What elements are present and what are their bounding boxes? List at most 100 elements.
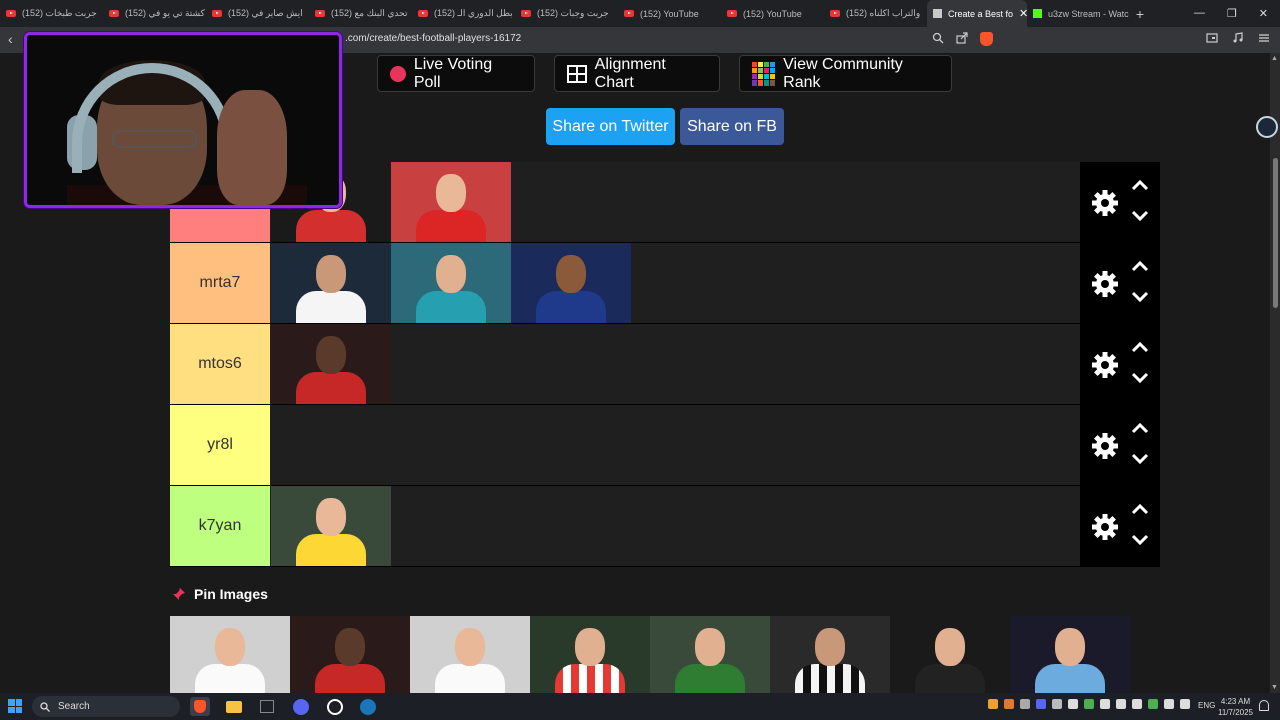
taskbar-search[interactable]: Search xyxy=(32,696,180,717)
alignment-chart-button[interactable]: Alignment Chart xyxy=(554,55,720,92)
player-image[interactable] xyxy=(290,616,410,693)
steam-sidebar-icon[interactable] xyxy=(1256,116,1278,138)
move-down-chevron-icon[interactable] xyxy=(1130,209,1150,223)
tab-youtube[interactable]: (152) كشتة تي يو في xyxy=(103,0,206,27)
player-image[interactable] xyxy=(271,243,391,323)
tray-icon[interactable] xyxy=(1020,699,1030,709)
player-image[interactable] xyxy=(391,162,511,242)
tier-items[interactable] xyxy=(271,324,391,404)
wallet-icon[interactable] xyxy=(1206,32,1218,44)
close-window-button[interactable]: ✕ xyxy=(1259,7,1268,20)
maximize-button[interactable]: ❐ xyxy=(1227,7,1237,20)
new-tab-button[interactable]: + xyxy=(1130,6,1150,22)
tab-strip: (152) جربت طبخات (152) كشتة تي يو في (152)… xyxy=(0,0,927,27)
tab-youtube[interactable]: (152) جربت طبخات xyxy=(0,0,103,27)
page-scrollbar[interactable]: ▲ ▼ xyxy=(1270,53,1280,693)
tab-youtube[interactable]: (152) بطل الدوري الـ xyxy=(412,0,515,27)
live-voting-poll-button[interactable]: Live Voting Poll xyxy=(377,55,535,92)
player-image[interactable] xyxy=(530,616,650,693)
clock[interactable]: 4:23 AM 11/7/2025 xyxy=(1218,696,1253,718)
tier-label[interactable]: mrta7 xyxy=(170,243,270,323)
zoom-icon[interactable] xyxy=(932,32,944,44)
discord-icon[interactable] xyxy=(291,697,311,716)
tab-youtube[interactable]: (152) ايش صاير في xyxy=(206,0,309,27)
player-image[interactable] xyxy=(511,243,631,323)
player-image[interactable] xyxy=(391,243,511,323)
player-image[interactable] xyxy=(890,616,1010,693)
move-down-chevron-icon[interactable] xyxy=(1130,371,1150,385)
tab-youtube[interactable]: (152) YouTube xyxy=(618,0,721,27)
scroll-up-arrow-icon[interactable]: ▲ xyxy=(1271,55,1278,62)
move-up-chevron-icon[interactable] xyxy=(1130,178,1150,192)
obs-icon[interactable] xyxy=(325,697,345,716)
tab-kick-stream[interactable]: u3zw Stream - Watc xyxy=(1027,0,1130,27)
gear-icon[interactable] xyxy=(1090,512,1120,542)
youtube-icon xyxy=(418,10,428,17)
move-up-chevron-icon[interactable] xyxy=(1130,259,1150,273)
tab-youtube[interactable]: (152) جربت وجبات xyxy=(515,0,618,27)
tray-icon[interactable] xyxy=(1084,699,1094,709)
player-image[interactable] xyxy=(271,324,391,404)
tier-label[interactable]: mtos6 xyxy=(170,324,270,404)
gear-icon[interactable] xyxy=(1090,269,1120,299)
tray-icon[interactable] xyxy=(1148,699,1158,709)
move-up-chevron-icon[interactable] xyxy=(1130,340,1150,354)
grid-icon xyxy=(567,64,587,83)
move-down-chevron-icon[interactable] xyxy=(1130,452,1150,466)
tab-close-icon[interactable]: ✕ xyxy=(1019,7,1027,20)
move-up-chevron-icon[interactable] xyxy=(1130,421,1150,435)
tier-label[interactable]: k7yan xyxy=(170,486,270,566)
player-image[interactable] xyxy=(170,616,290,693)
music-icon[interactable] xyxy=(1232,32,1244,44)
player-image[interactable] xyxy=(650,616,770,693)
brave-taskbar-icon[interactable] xyxy=(190,697,210,716)
share-icon[interactable] xyxy=(956,32,968,44)
minimize-button[interactable]: — xyxy=(1194,7,1205,20)
player-image[interactable] xyxy=(271,486,391,566)
url-field[interactable]: .com/create/best-football-players-16172 xyxy=(345,33,521,44)
menu-icon[interactable] xyxy=(1258,32,1270,44)
back-button[interactable]: ‹ xyxy=(8,31,13,47)
steam-taskbar-icon[interactable] xyxy=(358,697,378,716)
tier-label[interactable]: yr8l xyxy=(170,405,270,485)
tray-icon[interactable] xyxy=(1068,699,1078,709)
excel-icon[interactable] xyxy=(257,697,277,716)
tray-icon[interactable] xyxy=(1132,699,1142,709)
windows-start-icon[interactable] xyxy=(8,699,22,713)
tray-icon[interactable] xyxy=(988,699,998,709)
tray-icon[interactable] xyxy=(1052,699,1062,709)
player-image[interactable] xyxy=(770,616,890,693)
tier-items[interactable] xyxy=(271,486,391,566)
share-facebook-button[interactable]: Share on FB xyxy=(680,108,784,145)
player-image[interactable] xyxy=(1010,616,1130,693)
move-down-chevron-icon[interactable] xyxy=(1130,290,1150,304)
tray-icon[interactable] xyxy=(1180,699,1190,709)
scroll-thumb[interactable] xyxy=(1273,158,1278,308)
notification-bell-icon[interactable] xyxy=(1259,700,1269,711)
tray-icon[interactable] xyxy=(1100,699,1110,709)
share-twitter-button[interactable]: Share on Twitter xyxy=(546,108,675,145)
scroll-down-arrow-icon[interactable]: ▼ xyxy=(1271,684,1278,691)
player-jersey xyxy=(1035,664,1105,693)
gear-icon[interactable] xyxy=(1090,188,1120,218)
tab-active[interactable]: Create a Best fo ✕ xyxy=(927,0,1027,27)
file-explorer-icon[interactable] xyxy=(224,697,244,716)
gear-icon[interactable] xyxy=(1090,431,1120,461)
language-indicator[interactable]: ENG xyxy=(1198,701,1215,710)
tray-icon[interactable] xyxy=(1116,699,1126,709)
tab-youtube[interactable]: (152) تحدي البنك مع xyxy=(309,0,412,27)
brave-shield-icon[interactable] xyxy=(980,32,993,46)
tier-items[interactable] xyxy=(271,243,631,323)
view-community-rank-button[interactable]: View Community Rank xyxy=(739,55,952,92)
tab-youtube[interactable]: (152) YouTube xyxy=(721,0,824,27)
player-image[interactable] xyxy=(410,616,530,693)
tray-icon[interactable] xyxy=(1164,699,1174,709)
move-down-chevron-icon[interactable] xyxy=(1130,533,1150,547)
tier-list: 7rfn06mrta7mtos6yr8lk7yan xyxy=(170,162,1160,567)
tray-icon[interactable] xyxy=(1036,699,1046,709)
tray-icon[interactable] xyxy=(1004,699,1014,709)
move-up-chevron-icon[interactable] xyxy=(1130,502,1150,516)
gear-icon[interactable] xyxy=(1090,350,1120,380)
toolbar-right xyxy=(1206,32,1270,44)
tab-youtube[interactable]: (152) والتراب اكلناه xyxy=(824,0,927,27)
